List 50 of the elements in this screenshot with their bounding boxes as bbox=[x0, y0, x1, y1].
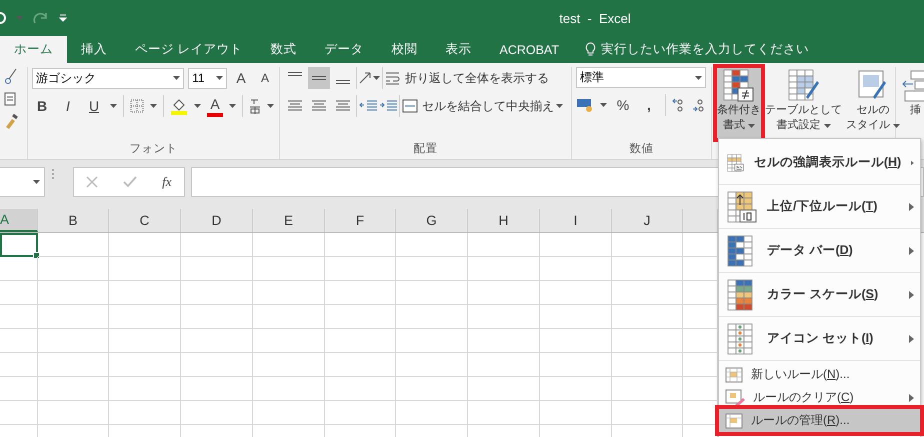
font-name-dropdown[interactable]: 游ゴシック bbox=[32, 68, 184, 88]
ribbon-tab[interactable]: データ bbox=[310, 36, 378, 63]
styles-button[interactable]: セルの スタイル bbox=[845, 67, 902, 139]
window-title: test - Excel bbox=[559, 10, 631, 26]
insert-function-button[interactable]: fx bbox=[162, 174, 172, 190]
shrink-font-button[interactable]: A bbox=[255, 67, 275, 89]
column-header[interactable]: C bbox=[109, 209, 181, 232]
column-header[interactable]: H bbox=[468, 209, 540, 232]
ribbon-tab[interactable]: ACROBAT bbox=[485, 36, 573, 63]
italic-button[interactable]: I bbox=[58, 95, 78, 117]
menu-item[interactable]: 上位/下位ルール(T) bbox=[719, 185, 920, 229]
column-header[interactable]: D bbox=[181, 209, 253, 232]
column-header[interactable]: J bbox=[612, 209, 683, 232]
insert-cells-button[interactable]: 挿 bbox=[900, 67, 924, 139]
percent-button[interactable]: % bbox=[613, 94, 633, 116]
column-header[interactable]: A bbox=[0, 209, 38, 232]
column-header[interactable]: F bbox=[325, 209, 396, 232]
menu-item[interactable]: ルールの管理(R)... bbox=[719, 409, 920, 432]
column-header[interactable]: B bbox=[38, 209, 109, 232]
ribbon-tab[interactable]: 校閲 bbox=[377, 36, 432, 63]
group-label: 配置 bbox=[414, 142, 438, 156]
ribbon-tab[interactable]: 表示 bbox=[431, 36, 486, 63]
menu-item[interactable]: ルールのクリア(C) bbox=[719, 386, 920, 409]
menu-item[interactable]: アイコン セット(I) bbox=[719, 317, 920, 361]
number-format-dropdown[interactable]: 標準 bbox=[576, 67, 706, 88]
merge-center-button[interactable]: セルを結合して中央揃え bbox=[402, 95, 554, 117]
bold-button[interactable]: B bbox=[32, 95, 52, 117]
group-label: フォント bbox=[130, 142, 178, 156]
ribbon-tab[interactable]: ホーム bbox=[0, 36, 67, 63]
menu-item[interactable]: セルの強調表示ルール(H) bbox=[719, 141, 920, 185]
wrap-text-button[interactable]: 折り返して全体を表示する bbox=[385, 67, 549, 89]
group-label: 数値 bbox=[630, 142, 654, 156]
column-header[interactable]: I bbox=[540, 209, 612, 232]
menu-item[interactable]: カラー スケール(S) bbox=[719, 273, 920, 317]
underline-button[interactable]: U bbox=[84, 95, 104, 117]
font-color-button[interactable]: A bbox=[207, 95, 223, 117]
styles-button[interactable]: 条件付き 書式 bbox=[716, 67, 762, 139]
ribbon-tab[interactable]: 数式 bbox=[256, 36, 310, 63]
menu-item[interactable]: 新しいルール(N)... bbox=[719, 363, 920, 386]
ribbon-tab[interactable]: ページ レイアウト bbox=[121, 36, 256, 63]
font-size-dropdown[interactable]: 11 bbox=[188, 68, 227, 88]
column-header[interactable]: E bbox=[253, 209, 325, 232]
grow-font-button[interactable]: A bbox=[231, 67, 251, 89]
menu-item[interactable]: データ バー(D) bbox=[719, 229, 920, 273]
column-header[interactable]: G bbox=[396, 209, 468, 232]
ribbon-tab[interactable]: 挿入 bbox=[67, 36, 121, 63]
tell-me-placeholder: 実行したい作業を入力してください bbox=[600, 41, 809, 58]
styles-button[interactable]: テーブルとして 書式設定 bbox=[764, 67, 843, 139]
comma-button[interactable]: , bbox=[639, 94, 659, 116]
tell-me-search[interactable]: 実行したい作業を入力してください bbox=[572, 36, 809, 63]
